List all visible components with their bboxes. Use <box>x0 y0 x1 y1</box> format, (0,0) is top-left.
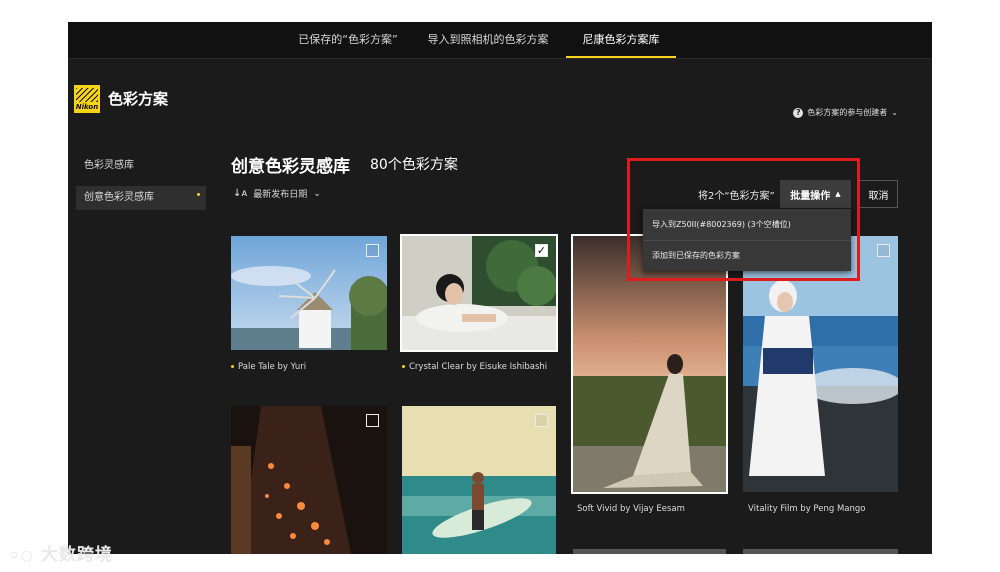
page-title: 创意色彩灵感库 <box>231 157 350 177</box>
windmill-photo <box>231 236 387 350</box>
night-street-photo <box>231 406 387 554</box>
help-icon: ? <box>793 107 804 118</box>
tab-recipe-library[interactable]: 尼康色彩方案库 <box>566 22 676 58</box>
new-indicator-dot <box>231 365 234 368</box>
contributors-label: 色彩方案的参与创建者 <box>807 108 888 117</box>
top-tab-bar: 已保存的“色彩方案” 导入到照相机的色彩方案 尼康色彩方案库 <box>68 22 932 59</box>
contributors-menu[interactable]: ? 色彩方案的参与创建者 ⌄ <box>793 107 898 118</box>
chevron-down-icon: ⌄ <box>313 188 321 199</box>
tab-imported-recipes[interactable]: 导入到照相机的色彩方案 <box>424 22 552 58</box>
sidebar-item-creative-inspiration[interactable]: 创意色彩灵感库 <box>76 186 206 210</box>
watermark-logo-icon: ⚪○ <box>8 548 34 564</box>
card-caption: Pale Tale by Yuri <box>231 362 306 372</box>
recipe-card-image[interactable] <box>231 236 387 350</box>
card-caption: Vitality Film by Peng Mango <box>748 504 866 514</box>
recipe-count: 80个色彩方案 <box>370 157 458 173</box>
sort-label: 最新发布日期 <box>253 190 308 200</box>
select-checkbox[interactable] <box>366 244 379 257</box>
select-checkbox[interactable] <box>535 414 548 427</box>
nikon-logo: Nikon <box>74 85 100 113</box>
new-indicator-dot <box>197 193 200 196</box>
recipe-card-image[interactable] <box>573 549 726 554</box>
sidebar-item-label: 色彩灵感库 <box>84 160 134 171</box>
app-title: 色彩方案 <box>108 90 169 108</box>
sidebar-item-label: 创意色彩灵感库 <box>84 192 154 203</box>
recipe-card-image[interactable]: ✓ <box>400 234 558 352</box>
new-indicator-dot <box>402 365 405 368</box>
chevron-down-icon: ⌄ <box>891 108 898 117</box>
select-checkbox[interactable] <box>877 244 890 257</box>
surfer-photo <box>402 406 556 554</box>
select-checkbox[interactable]: ✓ <box>535 244 548 257</box>
card-caption: Soft Vivid by Vijay Eesam <box>577 504 685 514</box>
cancel-button[interactable]: 取消 <box>859 180 898 208</box>
sort-selector[interactable]: ↓ᴀ 最新发布日期 ⌄ <box>233 187 321 200</box>
app-window: 已保存的“色彩方案” 导入到照相机的色彩方案 尼康色彩方案库 Nikon 色彩方… <box>68 22 932 554</box>
highlight-annotation <box>627 158 860 281</box>
portrait-photo <box>402 236 556 350</box>
tab-saved-recipes[interactable]: 已保存的“色彩方案” <box>294 22 402 58</box>
watermark: ⚪○ 大数跨境 <box>8 545 113 565</box>
card-caption: Crystal Clear by Eisuke Ishibashi <box>402 362 547 372</box>
recipe-card-image[interactable] <box>743 549 898 554</box>
select-checkbox[interactable] <box>366 414 379 427</box>
sort-az-icon: ↓ᴀ <box>233 188 248 199</box>
recipe-card-image[interactable] <box>231 406 387 554</box>
recipe-card-image[interactable] <box>402 406 556 554</box>
sidebar-item-inspiration[interactable]: 色彩灵感库 <box>76 154 206 178</box>
